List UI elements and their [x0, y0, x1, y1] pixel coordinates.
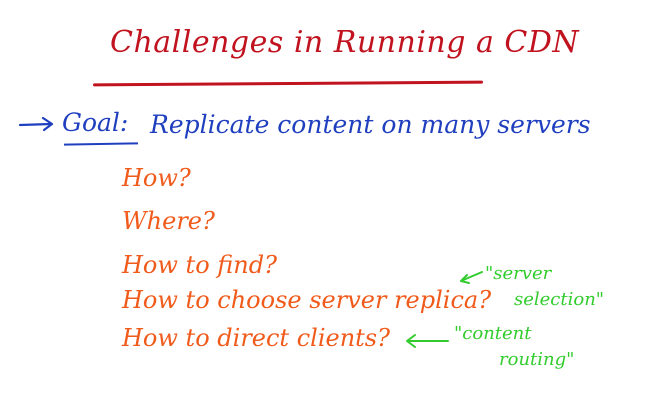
note-content-routing-line2: routing" — [499, 349, 575, 370]
slide-title: Challenges in Running a CDN — [110, 25, 580, 60]
left-arrow-icon — [406, 334, 449, 348]
question-direct-clients: How to direct clients? — [122, 324, 390, 352]
title-underline — [92, 80, 484, 87]
note-content-routing-line1: "content — [454, 323, 532, 344]
note-server-selection-line1: "server — [485, 263, 552, 284]
question-how-to-find: How to find? — [122, 251, 277, 279]
question-choose-replica: How to choose server replica? — [122, 286, 492, 314]
left-arrow-icon — [460, 271, 483, 284]
whiteboard-slide: Challenges in Running a CDN Goal: Replic… — [0, 0, 655, 408]
question-how: How? — [122, 164, 191, 192]
goal-label: Goal: — [62, 108, 129, 137]
question-where: Where? — [122, 207, 215, 235]
goal-underline — [63, 142, 139, 146]
right-arrow-icon — [18, 116, 54, 132]
note-server-selection-line2: selection" — [514, 289, 605, 310]
goal-text: Replicate content on many servers — [150, 110, 591, 139]
